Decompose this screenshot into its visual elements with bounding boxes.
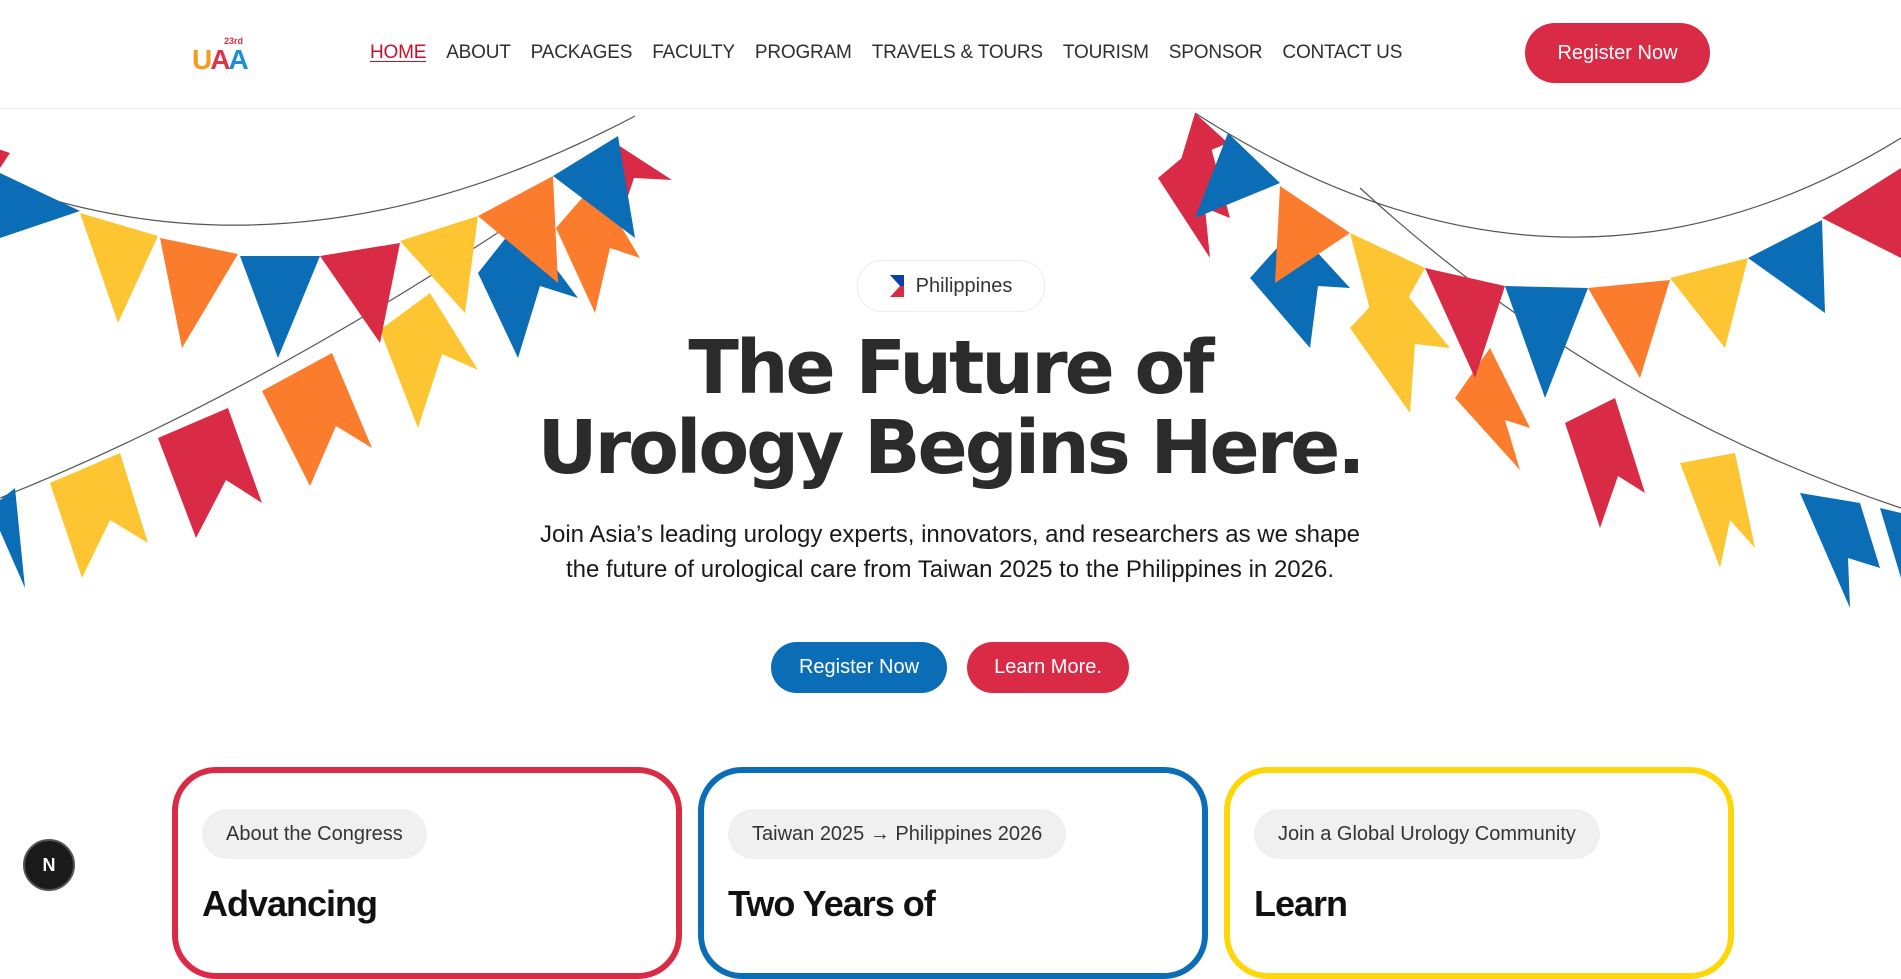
card-about-congress: About the Congress Advancing [172,767,682,979]
dev-badge-letter: N [42,854,56,875]
logo-wordmark: UAA [192,44,249,75]
uaa-logo[interactable]: 23rd UAA [192,36,254,75]
country-label: Philippines [915,274,1013,297]
nav-sponsor[interactable]: SPONSOR [1169,42,1263,64]
hero-title: The Future of Urology Begins Here. [450,328,1450,488]
card-taiwan-philippines: Taiwan 2025 → Philippines 2026 Two Years… [698,767,1208,979]
hero-section: Philippines The Future of Urology Begins… [0,108,1901,708]
nav-tourism[interactable]: TOURISM [1063,42,1149,64]
hero-subtitle: Join Asia’s leading urology experts, inn… [539,521,1361,583]
nav-about[interactable]: ABOUT [446,42,511,64]
country-badge: Philippines [857,260,1045,312]
header-register-button[interactable]: Register Now [1525,23,1710,83]
nav-home[interactable]: HOME [370,42,426,64]
card-pill: Taiwan 2025 → Philippines 2026 [728,809,1067,859]
site-header: 23rd UAA HOME ABOUT PACKAGES FACULTY PRO… [0,0,1901,109]
nav-contact-us[interactable]: CONTACT US [1282,42,1402,64]
nav-faculty[interactable]: FACULTY [652,42,735,64]
hero-learn-more-button[interactable]: Learn More. [967,642,1129,693]
card-title: Learn [1254,883,1348,924]
main-nav: HOME ABOUT PACKAGES FACULTY PROGRAM TRAV… [370,42,1422,64]
hero-register-button[interactable]: Register Now [771,642,947,693]
nav-packages[interactable]: PACKAGES [531,42,633,64]
hero-title-line-2: Urology Begins Here. [537,405,1366,491]
card-pill: Join a Global Urology Community [1254,809,1600,859]
nav-program[interactable]: PROGRAM [755,42,852,64]
card-global-community: Join a Global Urology Community Learn [1224,767,1734,979]
philippines-flag-icon [889,275,904,297]
card-title: Two Years of [728,883,936,924]
hero-title-line-1: The Future of [688,325,1214,411]
card-pill: About the Congress [202,809,427,859]
nav-travels-tours[interactable]: TRAVELS & TOURS [872,42,1043,64]
card-title: Advancing [202,883,378,924]
nextjs-dev-icon[interactable]: N [23,839,75,891]
